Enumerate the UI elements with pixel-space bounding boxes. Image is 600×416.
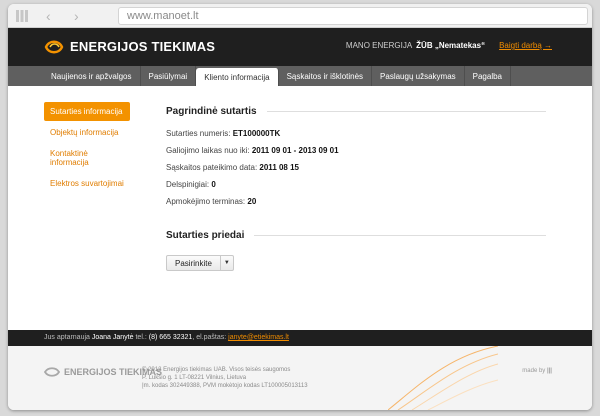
attachments-select[interactable]: Pasirinkite ▼	[166, 255, 234, 271]
logo-icon	[44, 40, 64, 53]
logo-text: ENERGIJOS TIEKIMAS	[70, 39, 216, 54]
browser-toolbar: ‹ › www.manoet.lt	[8, 4, 592, 28]
browser-window: ‹ › www.manoet.lt ENERGIJOS TIEKIMAS MAN…	[8, 4, 592, 410]
site-footer: ENERGIJOS TIEKIMAS © 2012 Energijos tiek…	[8, 346, 592, 410]
sidebar-item-elektros-suvartojimai[interactable]: Elektros suvartojimai	[44, 174, 130, 193]
logout-link[interactable]: Baigti darbą →	[499, 41, 552, 50]
detail-row: Sąskaitos pateikimo data: 2011 08 15	[166, 163, 300, 172]
menu-item-paslaugu-uzsakymas[interactable]: Paslaugų užsakymas	[372, 66, 465, 86]
detail-row: Apmokėjimo terminas: 20	[166, 197, 257, 206]
sidebar-item-sutarties-informacija[interactable]: Sutarties informacija	[44, 102, 130, 121]
detail-row: Sutarties numeris: ET100000TK	[166, 129, 281, 138]
section-title-attachments: Sutarties priedai	[166, 230, 546, 241]
back-arrow-icon[interactable]: ‹	[46, 8, 51, 24]
company-name: ŽŪB „Nematekas“	[416, 41, 486, 50]
section-title-contract: Pagrindinė sutartis	[166, 106, 546, 117]
address-bar[interactable]: www.manoet.lt	[118, 7, 588, 25]
menu-item-pagalba[interactable]: Pagalba	[465, 66, 511, 86]
advisor-phone: (8) 665 32321	[148, 334, 193, 341]
site-header: ENERGIJOS TIEKIMAS MANO ENERGIJA ŽŪB „Ne…	[8, 28, 592, 66]
menu-item-kliento-informacija[interactable]: Kliento informacija	[196, 68, 279, 86]
sidebar-item-objektu-informacija[interactable]: Objektų informacija	[44, 123, 130, 142]
chevron-down-icon[interactable]: ▼	[221, 256, 233, 270]
made-by[interactable]: made by |||	[522, 368, 552, 374]
advisor-email-link[interactable]: janyte@etiekimas.lt	[228, 334, 289, 341]
menu-item-naujienos[interactable]: Naujienos ir apžvalgos	[43, 66, 141, 86]
sidebar: Sutarties informacija Objektų informacij…	[44, 102, 130, 195]
attachments-section: Sutarties priedai Pasirinkite ▼	[166, 230, 546, 271]
main-panel: Pagrindinė sutartis Sutarties numeris: E…	[166, 106, 546, 271]
forward-arrow-icon[interactable]: ›	[74, 8, 79, 24]
detail-row: Galiojimo laikas nuo iki: 2011 09 01 - 2…	[166, 146, 339, 155]
sidebar-item-kontaktine-informacija[interactable]: Kontaktinė informacija	[44, 144, 130, 172]
page-content: Sutarties informacija Objektų informacij…	[8, 86, 592, 330]
contact-bar: Jus aptarnauja Joana Janytė tel.: (8) 66…	[8, 330, 592, 346]
decorative-curves	[388, 346, 498, 410]
legal-info: © 2012 Energijos tiekimas UAB. Visos tei…	[142, 367, 308, 389]
advisor-name: Joana Janytė	[91, 334, 134, 341]
logo[interactable]: ENERGIJOS TIEKIMAS	[44, 39, 215, 54]
mano-energija-label: MANO ENERGIJA	[345, 41, 413, 50]
menu-item-pasiulymai[interactable]: Pasiūlymai	[141, 66, 197, 86]
grid-icon[interactable]	[16, 10, 28, 22]
menu-item-saskaitos[interactable]: Sąskaitos ir išklotinės	[279, 66, 373, 86]
contract-details: Sutarties numeris: ET100000TK Galiojimo …	[166, 129, 546, 206]
footer-logo-icon	[44, 367, 60, 377]
detail-row: Delspinigiai: 0	[166, 180, 216, 189]
select-label: Pasirinkite	[167, 256, 221, 270]
made-by-logo-icon: |||	[546, 368, 552, 374]
main-menu: Naujienos ir apžvalgos Pasiūlymai Klient…	[8, 66, 592, 86]
user-info: MANO ENERGIJA ŽŪB „Nematekas“ Baigti dar…	[346, 41, 552, 50]
